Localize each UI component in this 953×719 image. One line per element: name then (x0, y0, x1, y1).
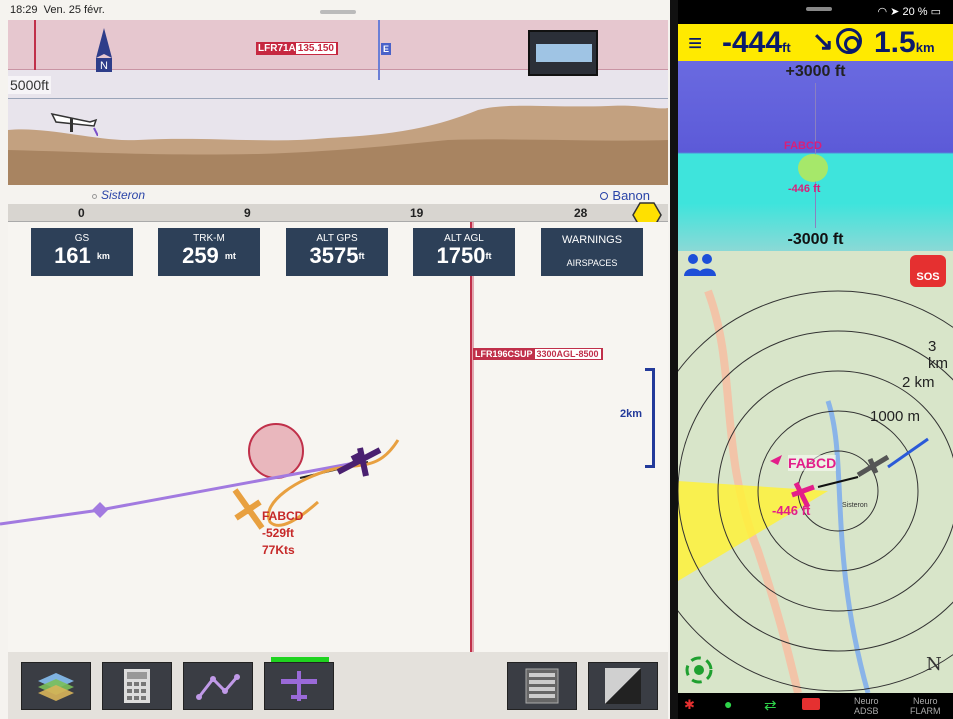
traffic-aircraft-icon (232, 488, 265, 530)
radar-target-name[interactable]: FABCD (788, 455, 837, 471)
vertical-separation-view: +3000 ft FABCD -446 ft -3000 ft (678, 61, 953, 251)
aircraft-button[interactable] (264, 657, 334, 710)
traffic-callsign: FABCD (262, 509, 304, 523)
display-button[interactable] (588, 662, 658, 710)
status-time: 18:29 (10, 4, 38, 16)
battery-alert-icon[interactable] (802, 698, 820, 710)
profile-target-alt: -446 ft (788, 183, 821, 195)
aircraft-icon (281, 671, 317, 701)
neuro-adsb-status[interactable]: Neuro ADSB (854, 696, 879, 716)
target-marker[interactable] (798, 154, 828, 182)
target-distance: 1.5 (874, 26, 916, 59)
ring-label-3km: 3 km (928, 338, 948, 372)
bottom-status-bar: ✱ ● ⇄ Neuro ADSB Neuro FLARM (678, 693, 953, 719)
svg-text:N: N (100, 60, 108, 72)
airspace-edge-left (8, 20, 36, 70)
bluetooth-icon[interactable]: ✱ (684, 697, 695, 713)
target-icon[interactable] (836, 28, 862, 54)
battery-level: 20 % (902, 6, 928, 18)
route-icon (196, 674, 240, 700)
right-status-bar: ◠ ➤ 20 % ▭ (678, 0, 953, 24)
neuro-flarm-status[interactable]: Neuro FLARM (910, 696, 941, 716)
traffic-speed: 77Kts (262, 543, 295, 557)
multitask-handle[interactable] (320, 10, 356, 14)
terrain-profile (8, 105, 668, 185)
ruler-tick: 28 (574, 206, 588, 220)
traffic-app-pane: ◠ ➤ 20 % ▭ ≡ -444ft ↘ 1.5km +3000 ft FAB… (678, 0, 953, 719)
vertical-speed: -444 (722, 26, 783, 59)
profile-top-label: +3000 ft (785, 63, 846, 80)
airspace-class-label: E (381, 43, 392, 55)
split-view-divider[interactable] (670, 0, 678, 719)
ring-label-2km: 2 km (902, 374, 935, 391)
list-icon (525, 668, 559, 704)
location-icon: ➤ (890, 6, 900, 18)
airspace-edge-right (378, 20, 380, 80)
traffic-label[interactable]: FABCD -529ft 77Kts (262, 508, 303, 559)
display-mode-icon (605, 668, 641, 704)
route-button[interactable] (183, 662, 253, 710)
battery-icon: ▭ (930, 6, 941, 18)
route-line-mid (99, 460, 361, 512)
distance-unit: km (915, 40, 935, 55)
hud-bar: ≡ -444ft ↘ 1.5km (678, 24, 953, 61)
route-waypoint-diamond (92, 502, 108, 518)
sos-button[interactable]: SOS (910, 255, 946, 287)
scale-bracket (645, 368, 655, 468)
vertical-profile-view[interactable]: LFR71A 135.150 E N 5000ft (8, 20, 668, 185)
ruler-tick: 9 (244, 206, 251, 220)
ruler-tick: 0 (78, 206, 85, 220)
calculator-icon (124, 669, 150, 703)
recenter-icon[interactable] (684, 654, 714, 686)
profile-minimap[interactable] (528, 30, 598, 76)
list-button[interactable] (507, 662, 577, 710)
radar-map-graphics (678, 289, 953, 693)
menu-icon[interactable]: ≡ (688, 30, 702, 58)
navigation-app-pane: 18:29 Ven. 25 févr. LFR71A 135.150 E N 50… (0, 0, 670, 719)
layers-button[interactable] (21, 662, 91, 710)
status-date: Ven. 25 févr. (43, 4, 105, 16)
radar-town-label: Sisteron (842, 502, 868, 509)
radar-map[interactable] (678, 251, 953, 693)
sync-icon[interactable]: ⇄ (764, 696, 777, 714)
scale-label: 2km (620, 408, 643, 420)
radar-north-indicator: N (926, 654, 942, 675)
wifi-icon: ◠ (877, 6, 888, 18)
vertical-speed-unit: ft (782, 40, 791, 55)
own-aircraft-profile-icon (50, 112, 98, 136)
direction-arrow-icon: ↘ (812, 26, 834, 56)
profile-target-name: FABCD (784, 140, 822, 152)
ruler-tick: 19 (410, 206, 424, 220)
profile-bottom-label: -3000 ft (787, 231, 844, 248)
route-from: Sisteron (101, 188, 146, 202)
location-pin-icon[interactable]: ● (724, 696, 732, 712)
ring-label-1000m: 1000 m (870, 408, 921, 425)
alert-circle (248, 423, 304, 479)
people-icon[interactable] (682, 252, 718, 278)
layers-icon (38, 673, 74, 701)
radar-target-alt: -446 ft (772, 503, 811, 518)
north-arrow-icon: N (96, 28, 112, 72)
airspace-label[interactable]: LFR71A 135.150 (256, 42, 338, 55)
route-bar: Sisteron Banon (8, 186, 668, 204)
route-line-left (0, 508, 101, 526)
distance-ruler: 0 9 19 28 (8, 204, 668, 222)
flight-overlay (0, 423, 400, 530)
route-to: Banon (612, 188, 650, 203)
calculator-button[interactable] (102, 662, 172, 710)
traffic-rel-alt: -529ft (262, 526, 295, 540)
